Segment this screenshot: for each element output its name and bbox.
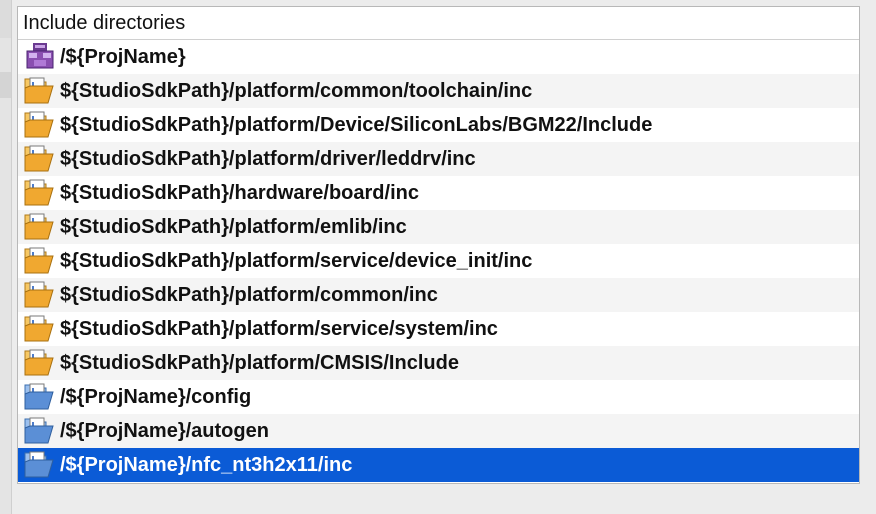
include-folder-icon	[24, 280, 56, 310]
include-directory-path: ${StudioSdkPath}/platform/common/inc	[60, 283, 438, 306]
workspace-include-folder-icon	[24, 416, 56, 446]
include-folder-icon	[24, 144, 56, 174]
include-directory-row[interactable]: ${StudioSdkPath}/platform/Device/Silicon…	[18, 108, 859, 142]
include-directory-path: ${StudioSdkPath}/platform/common/toolcha…	[60, 79, 533, 102]
include-directory-row[interactable]: /${ProjName}/autogen	[18, 414, 859, 448]
include-folder-icon	[24, 76, 56, 106]
left-panel-edge-top	[0, 0, 11, 38]
include-folder-icon	[24, 212, 56, 242]
include-directory-path: /${ProjName}/autogen	[60, 419, 269, 442]
right-panel-edge	[860, 6, 876, 514]
include-directory-row[interactable]: /${ProjName}	[18, 40, 859, 74]
include-directory-path: ${StudioSdkPath}/hardware/board/inc	[60, 181, 419, 204]
include-directory-path: /${ProjName}/config	[60, 385, 252, 408]
include-directory-row[interactable]: ${StudioSdkPath}/platform/emlib/inc	[18, 210, 859, 244]
include-folder-icon	[24, 246, 56, 276]
include-directory-row[interactable]: ${StudioSdkPath}/platform/service/system…	[18, 312, 859, 346]
include-folder-icon	[24, 314, 56, 344]
include-directory-path: ${StudioSdkPath}/platform/driver/leddrv/…	[60, 147, 476, 170]
project-folder-icon	[24, 42, 56, 72]
include-directory-path: ${StudioSdkPath}/platform/emlib/inc	[60, 215, 407, 238]
include-directory-path: ${StudioSdkPath}/platform/service/system…	[60, 317, 498, 340]
left-panel-edge-marker	[0, 72, 11, 98]
include-directories-list-panel: Include directories /${ProjName} ${Studi…	[17, 6, 860, 484]
include-directory-path: ${StudioSdkPath}/platform/CMSIS/Include	[60, 351, 459, 374]
workspace-include-folder-icon	[24, 450, 56, 480]
include-directory-row[interactable]: ${StudioSdkPath}/platform/CMSIS/Include	[18, 346, 859, 380]
list-header: Include directories	[18, 7, 859, 40]
include-folder-icon	[24, 110, 56, 140]
include-directory-row[interactable]: ${StudioSdkPath}/platform/common/inc	[18, 278, 859, 312]
workspace-include-folder-icon	[24, 382, 56, 412]
include-directory-path: /${ProjName}/nfc_nt3h2x11/inc	[60, 453, 353, 476]
include-directory-path: ${StudioSdkPath}/platform/Device/Silicon…	[60, 113, 653, 136]
include-directory-row[interactable]: ${StudioSdkPath}/platform/common/toolcha…	[18, 74, 859, 108]
include-directories-list: /${ProjName} ${StudioSdkPath}/platform/c…	[18, 40, 859, 482]
include-directory-row[interactable]: ${StudioSdkPath}/hardware/board/inc	[18, 176, 859, 210]
include-directory-path: ${StudioSdkPath}/platform/service/device…	[60, 249, 533, 272]
include-folder-icon	[24, 348, 56, 378]
left-panel-edge	[0, 0, 12, 514]
include-directory-path: /${ProjName}	[60, 45, 186, 68]
include-directory-row[interactable]: ${StudioSdkPath}/platform/service/device…	[18, 244, 859, 278]
include-directory-row[interactable]: ${StudioSdkPath}/platform/driver/leddrv/…	[18, 142, 859, 176]
include-directory-row[interactable]: /${ProjName}/nfc_nt3h2x11/inc	[18, 448, 859, 482]
include-folder-icon	[24, 178, 56, 208]
include-directory-row[interactable]: /${ProjName}/config	[18, 380, 859, 414]
